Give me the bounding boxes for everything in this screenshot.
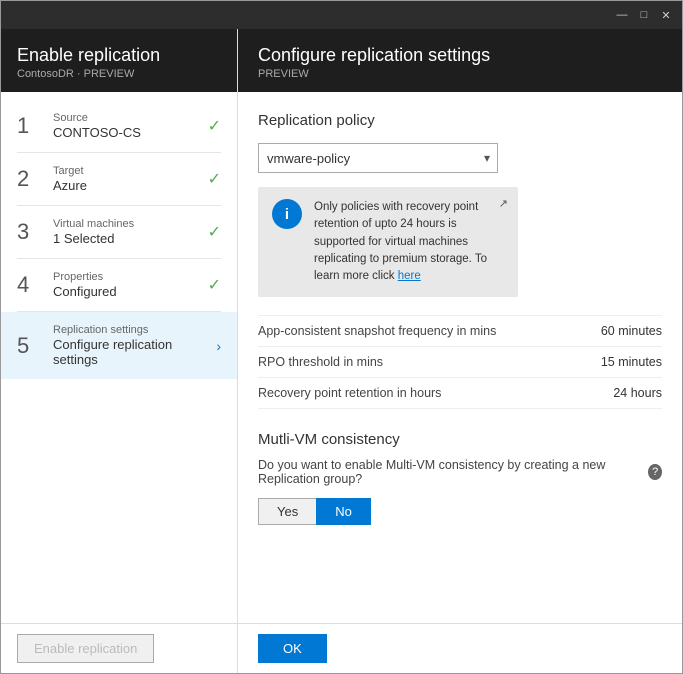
left-header: Enable replication ContosoDR · PREVIEW	[1, 29, 237, 92]
step-check-3: ✓	[208, 222, 221, 242]
step-value-5: Configure replication settings	[53, 337, 212, 367]
dropdown-wrapper: vmware-policy	[258, 143, 498, 173]
step-number-3: 3	[17, 219, 45, 245]
ok-button[interactable]: OK	[258, 634, 327, 663]
help-icon[interactable]: ?	[648, 464, 662, 480]
right-header: Configure replication settings PREVIEW	[238, 29, 682, 92]
consistency-question: Do you want to enable Multi-VM consisten…	[258, 458, 662, 486]
step-check-1: ✓	[208, 116, 221, 136]
close-button[interactable]: ✕	[658, 7, 674, 23]
settings-value-2: 15 minutes	[601, 355, 662, 369]
right-panel-title: Configure replication settings	[258, 45, 662, 66]
steps-list: 1 Source CONTOSO-CS ✓ 2 Target Azure ✓	[1, 92, 237, 623]
step-value-4: Configured	[53, 284, 204, 299]
step-number-2: 2	[17, 166, 45, 192]
window: — □ ✕ Enable replication ContosoDR · PRE…	[0, 0, 683, 674]
info-link[interactable]: here	[398, 270, 421, 282]
settings-table: App-consistent snapshot frequency in min…	[258, 315, 662, 409]
left-footer: Enable replication	[1, 624, 238, 673]
step-info-2: Target Azure	[53, 165, 204, 193]
right-panel: Configure replication settings PREVIEW R…	[238, 29, 682, 623]
settings-value-3: 24 hours	[613, 386, 662, 400]
settings-value-1: 60 minutes	[601, 324, 662, 338]
enable-replication-button[interactable]: Enable replication	[17, 634, 154, 663]
right-panel-subtitle: PREVIEW	[258, 68, 662, 80]
step-item-properties[interactable]: 4 Properties Configured ✓	[1, 259, 237, 311]
maximize-button[interactable]: □	[636, 7, 652, 23]
step-info-3: Virtual machines 1 Selected	[53, 218, 204, 246]
minimize-button[interactable]: —	[614, 7, 630, 23]
step-item-target[interactable]: 2 Target Azure ✓	[1, 153, 237, 205]
left-panel: Enable replication ContosoDR · PREVIEW 1…	[1, 29, 238, 623]
info-icon: i	[272, 199, 302, 229]
settings-row-3: Recovery point retention in hours 24 hou…	[258, 378, 662, 409]
step-item-vms[interactable]: 3 Virtual machines 1 Selected ✓	[1, 206, 237, 258]
replication-policy-title: Replication policy	[258, 112, 662, 129]
left-panel-subtitle: ContosoDR · PREVIEW	[17, 68, 221, 80]
yes-button[interactable]: Yes	[258, 498, 316, 525]
step-value-2: Azure	[53, 178, 204, 193]
consistency-btn-group: Yes No	[258, 498, 662, 525]
external-link-icon: ↗	[499, 197, 508, 210]
step-number-5: 5	[17, 333, 45, 359]
step-name-2: Target	[53, 165, 204, 177]
step-info-4: Properties Configured	[53, 271, 204, 299]
replication-policy-dropdown[interactable]: vmware-policy	[258, 143, 498, 173]
consistency-question-text: Do you want to enable Multi-VM consisten…	[258, 458, 644, 486]
main-content: Enable replication ContosoDR · PREVIEW 1…	[1, 29, 682, 623]
step-check-4: ✓	[208, 275, 221, 295]
settings-row-2: RPO threshold in mins 15 minutes	[258, 347, 662, 378]
step-info-5: Replication settings Configure replicati…	[53, 324, 212, 367]
step-value-1: CONTOSO-CS	[53, 125, 204, 140]
footer: Enable replication OK	[1, 623, 682, 673]
step-info-1: Source CONTOSO-CS	[53, 112, 204, 140]
left-panel-title: Enable replication	[17, 45, 221, 66]
right-content: Replication policy vmware-policy i Only …	[238, 92, 682, 623]
step-item-replication-settings[interactable]: 5 Replication settings Configure replica…	[1, 312, 237, 379]
right-footer: OK	[238, 624, 682, 673]
step-name-1: Source	[53, 112, 204, 124]
title-bar: — □ ✕	[1, 1, 682, 29]
info-box: i Only policies with recovery point rete…	[258, 187, 518, 297]
title-bar-controls: — □ ✕	[614, 7, 674, 23]
settings-label-2: RPO threshold in mins	[258, 355, 383, 369]
settings-label-3: Recovery point retention in hours	[258, 386, 441, 400]
settings-row-1: App-consistent snapshot frequency in min…	[258, 315, 662, 347]
step-name-5: Replication settings	[53, 324, 212, 336]
step-check-2: ✓	[208, 169, 221, 189]
step-arrow-5: ›	[216, 338, 221, 354]
step-item-source[interactable]: 1 Source CONTOSO-CS ✓	[1, 100, 237, 152]
step-number-1: 1	[17, 113, 45, 139]
step-name-4: Properties	[53, 271, 204, 283]
step-name-3: Virtual machines	[53, 218, 204, 230]
dropdown-container: vmware-policy	[258, 143, 662, 173]
info-text: Only policies with recovery point retent…	[314, 199, 504, 285]
step-number-4: 4	[17, 272, 45, 298]
no-button[interactable]: No	[316, 498, 371, 525]
step-value-3: 1 Selected	[53, 231, 204, 246]
settings-label-1: App-consistent snapshot frequency in min…	[258, 324, 496, 338]
consistency-section-title: Mutli-VM consistency	[258, 431, 662, 448]
